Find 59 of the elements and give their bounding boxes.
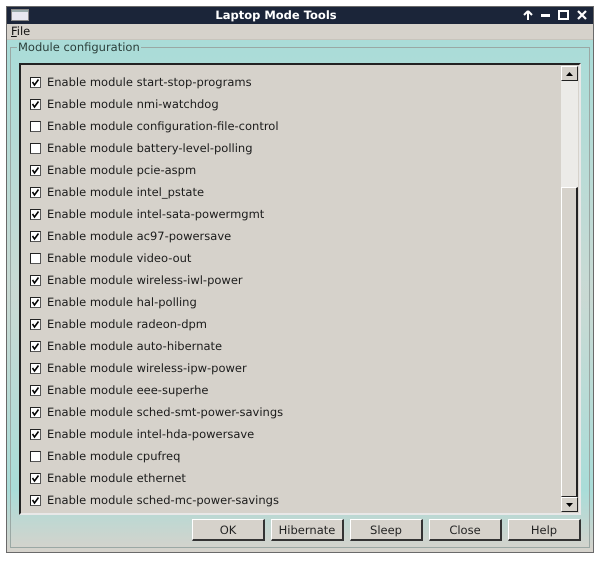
checkbox-label[interactable]: Enable module sched-mc-power-savings	[47, 493, 279, 507]
checkbox[interactable]	[30, 318, 41, 330]
checkbox[interactable]	[30, 186, 41, 198]
checkbox[interactable]	[30, 230, 41, 242]
checkbox-label[interactable]: Enable module radeon-dpm	[47, 317, 208, 331]
checkbox[interactable]	[30, 472, 41, 484]
scroll-thumb[interactable]	[561, 187, 578, 497]
menu-item[interactable]: File	[11, 24, 30, 38]
maximize-icon[interactable]	[558, 10, 569, 20]
checkbox-label[interactable]: Enable module intel_pstate	[47, 185, 204, 199]
checkbox[interactable]	[30, 76, 41, 88]
scroll-up-button[interactable]	[561, 66, 578, 81]
checkbox-label[interactable]: Enable module battery-level-polling	[47, 141, 253, 155]
checkbox-label[interactable]: Enable module wireless-iwl-power	[47, 273, 243, 287]
checkbox-label[interactable]: Enable module intel-hda-powersave	[47, 427, 254, 441]
dialog-button[interactable]: Help	[508, 519, 581, 541]
checkbox[interactable]	[30, 98, 41, 110]
checkbox-label[interactable]: Enable module ethernet	[47, 471, 186, 485]
checkbox[interactable]	[30, 142, 41, 154]
checkbox[interactable]	[30, 208, 41, 220]
checkbox-label[interactable]: Enable module sched-smt-power-savings	[47, 405, 284, 419]
checkbox[interactable]	[30, 406, 41, 418]
down-arrow-icon	[566, 502, 573, 506]
scrollbar[interactable]	[561, 65, 579, 513]
checkbox-label[interactable]: Enable module ac97-powersave	[47, 229, 232, 243]
group-title: Module configuration	[17, 40, 141, 54]
checkbox[interactable]	[30, 384, 41, 396]
checkbox-label[interactable]: Enable module auto-hibernate	[47, 339, 222, 353]
dialog-button[interactable]: Hibernate	[271, 519, 344, 541]
checkbox[interactable]	[30, 164, 41, 176]
checkbox[interactable]	[30, 450, 41, 462]
checkbox-label[interactable]: Enable module video-out	[47, 251, 192, 265]
up-arrow-icon	[566, 72, 573, 76]
checkbox[interactable]	[30, 340, 41, 352]
checkbox-label[interactable]: Enable module pcie-aspm	[47, 163, 196, 177]
minimize-icon[interactable]	[541, 14, 550, 17]
checkbox[interactable]	[30, 494, 41, 506]
close-icon[interactable]	[577, 10, 587, 20]
checkbox[interactable]	[30, 296, 41, 308]
checkbox-label[interactable]: Enable module hal-polling	[47, 295, 197, 309]
dialog-button[interactable]: Close	[429, 519, 502, 541]
checkbox-label[interactable]: Enable module start-stop-programs	[47, 75, 252, 89]
arrow-up-icon[interactable]	[523, 10, 533, 21]
scroll-down-button[interactable]	[561, 497, 578, 512]
checkbox[interactable]	[30, 274, 41, 286]
checkbox-label[interactable]: Enable module wireless-ipw-power	[47, 361, 247, 375]
checkbox-label[interactable]: Enable module eee-superhe	[47, 383, 208, 397]
dialog-button[interactable]: OK	[192, 519, 265, 541]
checkbox-label[interactable]: Enable module intel-sata-powermgmt	[47, 207, 264, 221]
window-icon	[11, 9, 29, 22]
checkbox-label[interactable]: Enable module configuration-file-control	[47, 119, 279, 133]
checkbox[interactable]	[30, 252, 41, 264]
checkbox-label[interactable]: Enable module nmi-watchdog	[47, 97, 219, 111]
checkbox-label[interactable]: Enable module cpufreq	[47, 449, 180, 463]
checkbox[interactable]	[30, 362, 41, 374]
window-title: Laptop Mode Tools	[214, 8, 338, 22]
checkbox[interactable]	[30, 120, 41, 132]
checkbox[interactable]	[30, 428, 41, 440]
dialog-button[interactable]: Sleep	[350, 519, 423, 541]
